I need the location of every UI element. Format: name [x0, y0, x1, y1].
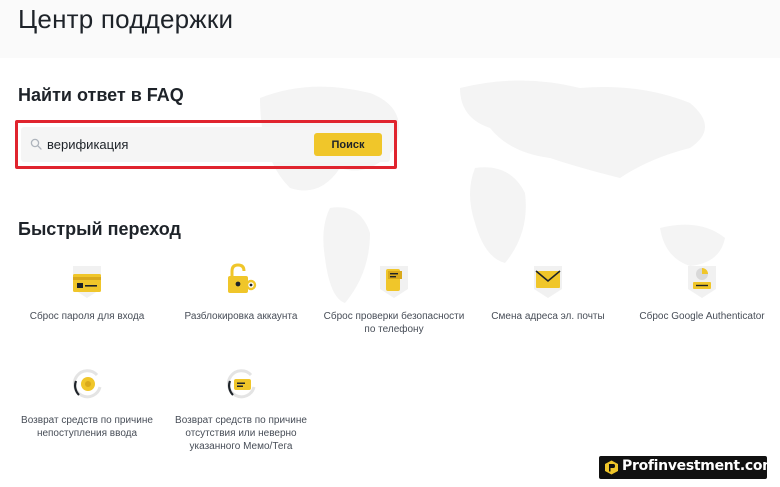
search-bar: Поиск: [21, 127, 390, 162]
quick-link-change-email[interactable]: Смена адреса эл. почты: [473, 261, 623, 323]
quick-link-label: Сброс пароля для входа: [29, 311, 145, 322]
refund-memo-tag-icon: [226, 369, 256, 399]
quick-link-phone-security-reset[interactable]: Сброс проверки безопасности по телефону: [319, 261, 469, 336]
watermark-badge: Profinvestment.com: [599, 456, 777, 479]
quick-link-google-authenticator-reset[interactable]: Сброс Google Authenticator: [627, 261, 777, 323]
authenticator-reset-icon: [688, 266, 716, 298]
search-input[interactable]: [47, 127, 307, 162]
quick-link-label: Сброс Google Authenticator: [639, 311, 765, 322]
quick-link-refund-missing-deposit[interactable]: Возврат средств по причине непоступления…: [12, 365, 162, 440]
quick-link-label: Разблокировка аккаунта: [184, 311, 298, 322]
search-icon: [30, 138, 42, 150]
page-title: Центр поддержки: [18, 4, 234, 34]
quick-link-label: Возврат средств по причине отсутствия ил…: [175, 415, 307, 452]
unlock-padlock-icon: [228, 263, 257, 293]
quick-link-label: Сброс проверки безопасности по телефону: [323, 311, 465, 335]
quick-links-heading: Быстрый переход: [18, 219, 181, 239]
search-button[interactable]: Поиск: [314, 133, 382, 156]
page-header: Центр поддержки: [0, 0, 780, 58]
refund-coin-icon: [72, 369, 102, 399]
watermark-logo-icon: [605, 460, 618, 475]
watermark-text: Profinvestment.com: [622, 458, 777, 474]
phone-security-reset-icon: [380, 266, 408, 298]
quick-link-password-reset[interactable]: Сброс пароля для входа: [12, 261, 162, 323]
quick-link-unlock-account[interactable]: Разблокировка аккаунта: [166, 261, 316, 323]
password-reset-card-icon: [73, 266, 101, 298]
email-envelope-icon: [534, 266, 562, 298]
faq-heading: Найти ответ в FAQ: [18, 85, 184, 105]
quick-link-label: Возврат средств по причине непоступления…: [21, 415, 153, 439]
quick-link-refund-memo-tag[interactable]: Возврат средств по причине отсутствия ил…: [166, 365, 316, 453]
quick-link-label: Смена адреса эл. почты: [491, 311, 605, 322]
